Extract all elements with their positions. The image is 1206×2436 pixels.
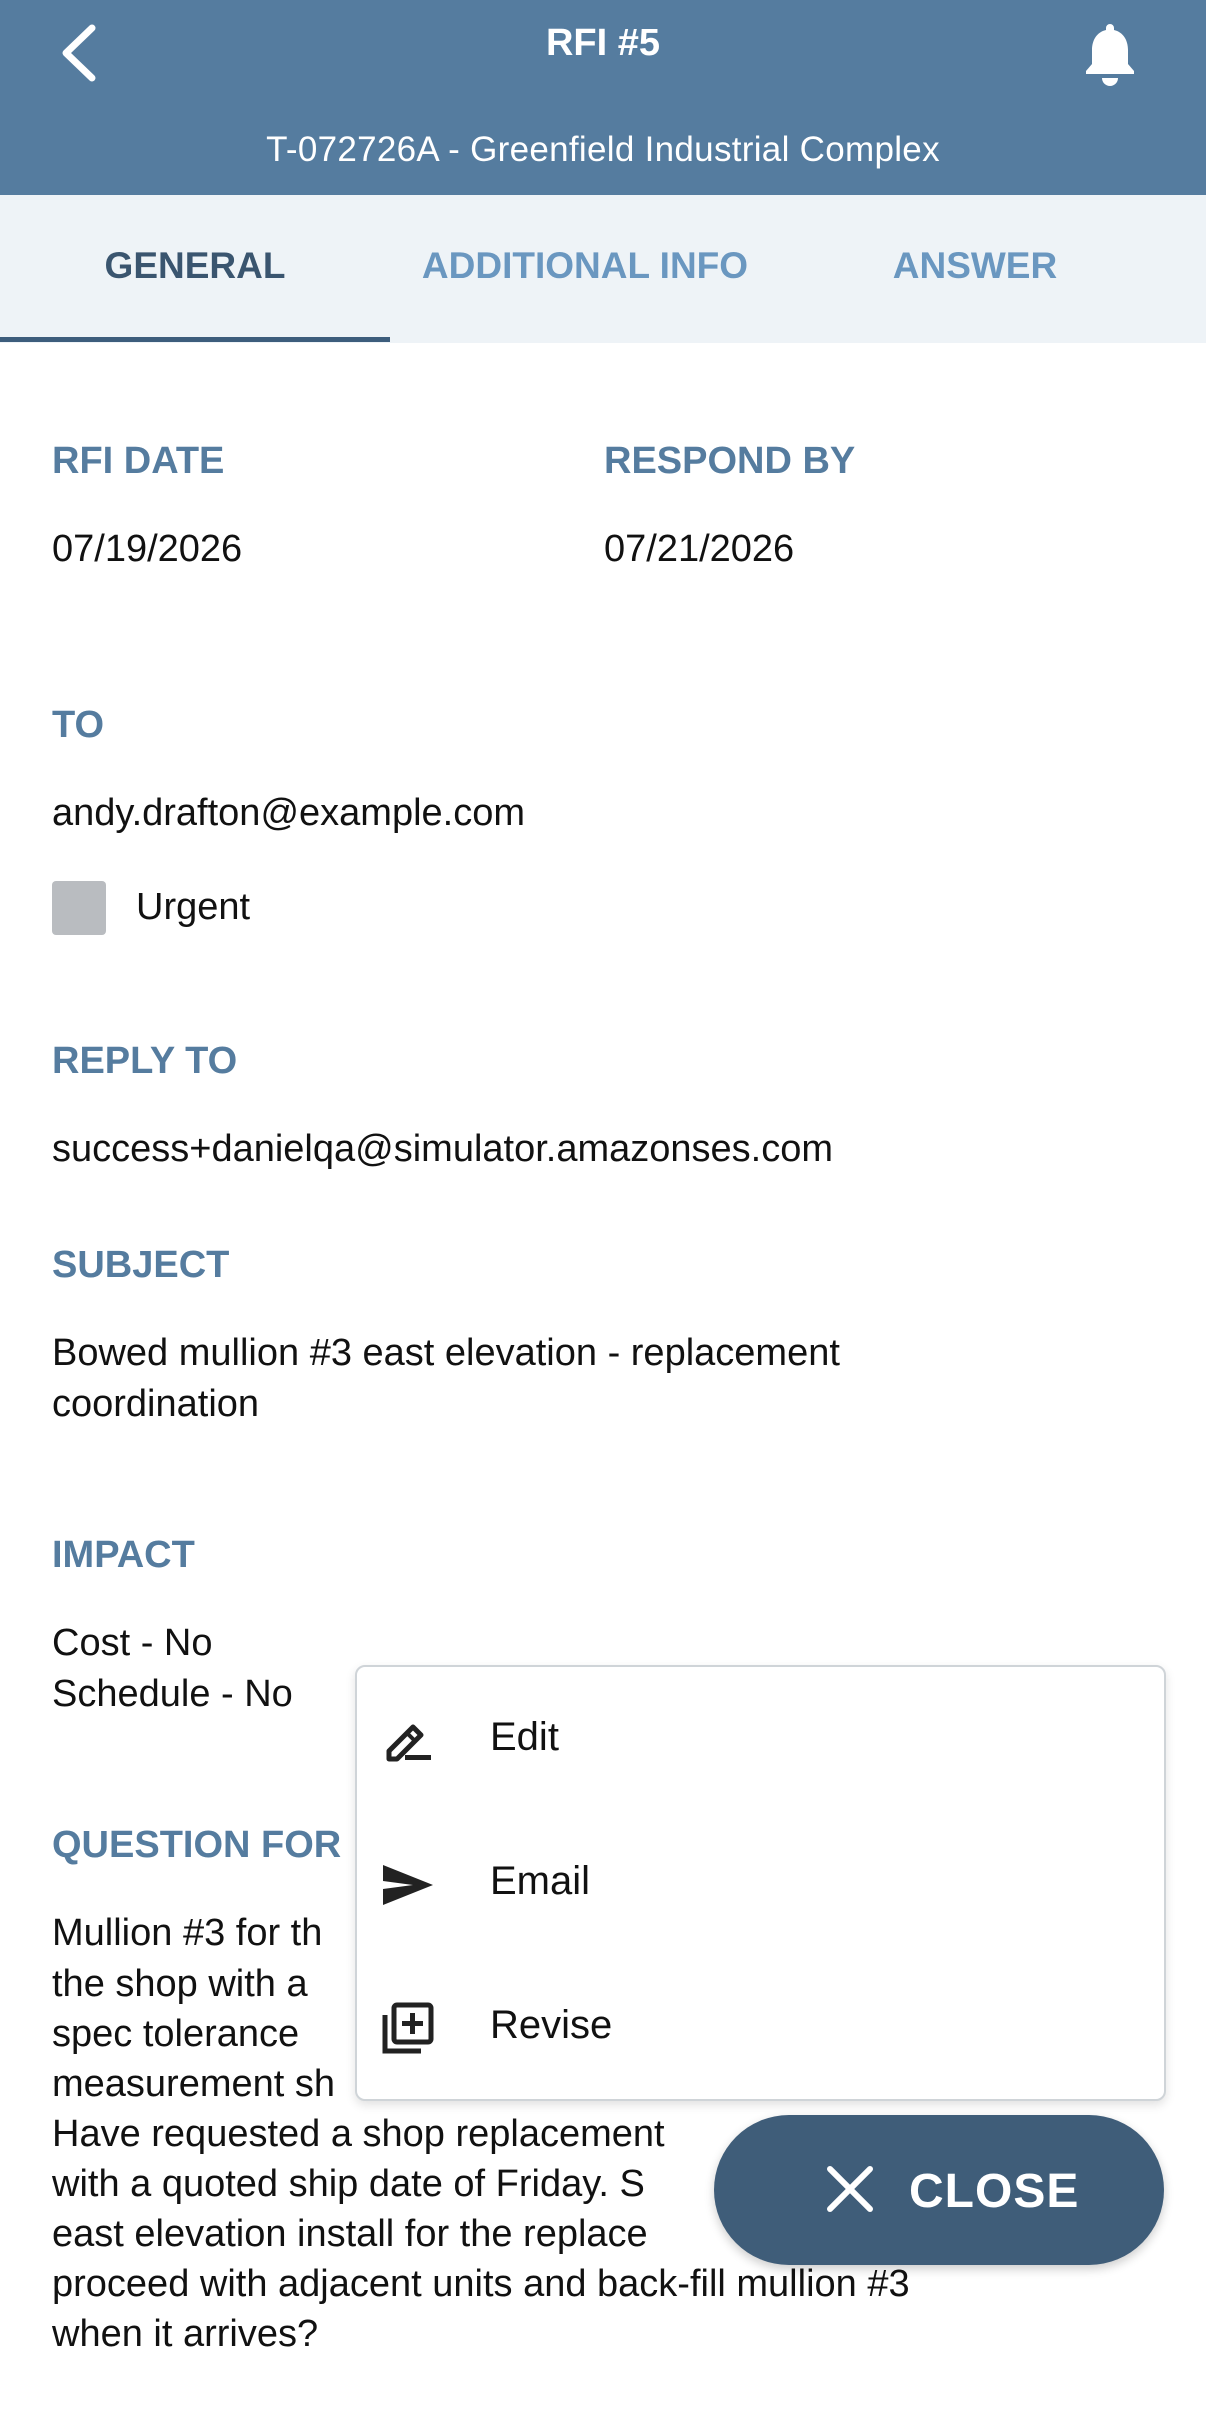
tab-answer[interactable]: ANSWER	[780, 195, 1170, 343]
menu-item-label: Edit	[490, 1715, 559, 1759]
tab-additional-info[interactable]: ADDITIONAL INFO	[390, 195, 780, 343]
app-header: RFI #5 T-072726A - Greenfield Industrial…	[0, 0, 1206, 195]
library-add-icon	[382, 2002, 434, 2054]
respond-by-value: 07/21/2026	[604, 528, 795, 570]
menu-item-edit[interactable]: Edit	[357, 1669, 1164, 1809]
close-button-label: CLOSE	[909, 2165, 1080, 2218]
to-label: TO	[52, 704, 105, 746]
urgent-label: Urgent	[136, 886, 251, 928]
close-icon	[827, 2166, 873, 2212]
question-line: with a quoted ship date of Friday. S	[52, 2163, 645, 2205]
active-tab-indicator	[0, 337, 390, 342]
urgent-checkbox[interactable]	[52, 881, 106, 935]
rfi-date-label: RFI DATE	[52, 440, 225, 482]
question-label: QUESTION FOR	[52, 1824, 342, 1866]
respond-by-label: RESPOND BY	[604, 440, 856, 482]
tab-bar: GENERAL ADDITIONAL INFO ANSWER	[0, 195, 1206, 343]
to-value: andy.drafton@example.com	[52, 792, 525, 834]
actions-menu: Edit Email Revise	[355, 1665, 1166, 2101]
rfi-date-value: 07/19/2026	[52, 528, 243, 570]
impact-cost: Cost - No	[52, 1622, 213, 1664]
impact-label: IMPACT	[52, 1534, 195, 1576]
tab-general[interactable]: GENERAL	[0, 195, 390, 343]
question-line: east elevation install for the replace	[52, 2213, 648, 2255]
question-line: Have requested a shop replacement	[52, 2113, 665, 2155]
question-line: Mullion #3 for th	[52, 1912, 323, 1954]
question-line: measurement sh	[52, 2063, 336, 2105]
question-line: proceed with adjacent units and back-fil…	[52, 2263, 910, 2305]
menu-item-email[interactable]: Email	[357, 1813, 1164, 1953]
subject-line-1: Bowed mullion #3 east elevation - replac…	[52, 1332, 840, 1374]
subject-label: SUBJECT	[52, 1244, 230, 1286]
question-line: the shop with a	[52, 1963, 308, 2005]
edit-icon	[386, 1724, 431, 1762]
reply-to-value: success+danielqa@simulator.amazonses.com	[52, 1128, 834, 1170]
send-icon	[383, 1865, 433, 1905]
subject-line-2: coordination	[52, 1383, 260, 1425]
close-button[interactable]: CLOSE	[714, 2115, 1164, 2265]
impact-schedule: Schedule - No	[52, 1673, 293, 1715]
notifications-button[interactable]	[1080, 16, 1140, 86]
page-title: RFI #5	[545, 22, 661, 64]
bell-icon	[1086, 24, 1134, 86]
question-line: spec tolerance	[52, 2013, 300, 2055]
menu-item-label: Revise	[490, 2003, 613, 2047]
menu-item-revise[interactable]: Revise	[357, 1957, 1164, 2097]
reply-to-label: REPLY TO	[52, 1040, 238, 1082]
project-subtitle: T-072726A - Greenfield Industrial Comple…	[266, 130, 940, 169]
question-line: when it arrives?	[52, 2313, 319, 2355]
menu-item-label: Email	[490, 1859, 591, 1903]
